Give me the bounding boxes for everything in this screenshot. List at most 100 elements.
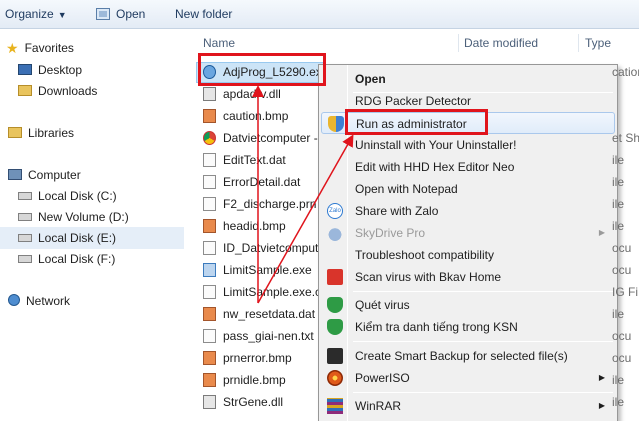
file-row[interactable]: pass_giai-nen.txt bbox=[203, 326, 314, 347]
computer-icon bbox=[8, 169, 22, 180]
skydrive-cloud-icon bbox=[327, 225, 343, 241]
column-divider[interactable] bbox=[578, 34, 579, 52]
file-row[interactable]: LimitSample.exe bbox=[203, 260, 312, 281]
column-header-date-modified[interactable]: Date modified bbox=[464, 32, 538, 54]
smart-backup-icon bbox=[327, 348, 343, 364]
file-type-cell: cation bbox=[612, 65, 639, 79]
nav-item-volume-d[interactable]: New Volume (D:) bbox=[18, 207, 129, 228]
poweriso-icon bbox=[327, 370, 343, 386]
file-icon bbox=[203, 175, 216, 189]
nav-label: Favorites bbox=[24, 41, 74, 55]
menu-item-troubleshoot-compatibility[interactable]: Troubleshoot compatibility bbox=[321, 244, 615, 266]
bmp-icon bbox=[203, 307, 216, 321]
menu-item-label: Quét virus bbox=[355, 298, 410, 312]
organize-label: Organize bbox=[5, 7, 54, 21]
file-name: ErrorDetail.dat bbox=[223, 175, 301, 189]
nav-item-downloads[interactable]: Downloads bbox=[18, 81, 97, 102]
menu-item-label: Open with Notepad bbox=[355, 182, 458, 196]
file-icon bbox=[203, 153, 216, 167]
menu-item-open-with-notepad[interactable]: Open with Notepad bbox=[321, 178, 615, 200]
bmp-icon bbox=[203, 219, 216, 233]
command-toolbar: Organize ▼ Open New folder bbox=[0, 0, 639, 29]
menu-item-label: Kiểm tra danh tiếng trong KSN bbox=[355, 320, 518, 334]
file-row[interactable]: apdadrv.dll bbox=[203, 84, 281, 105]
menu-item-scan-bkav[interactable]: Scan virus with Bkav Home bbox=[321, 266, 615, 288]
downloads-folder-icon bbox=[18, 85, 32, 96]
nav-item-favorites[interactable]: ★ Favorites bbox=[6, 38, 74, 59]
annotation-box-file bbox=[198, 53, 326, 86]
chrome-icon bbox=[203, 131, 216, 145]
menu-separator bbox=[353, 392, 613, 393]
annotation-box-run-as-admin bbox=[345, 109, 488, 135]
nav-label: Downloads bbox=[38, 84, 98, 98]
column-divider[interactable] bbox=[458, 34, 459, 52]
file-type-cell: ile bbox=[612, 307, 625, 321]
nav-item-desktop[interactable]: Desktop bbox=[18, 60, 82, 81]
file-icon bbox=[203, 285, 216, 299]
disk-drive-icon bbox=[18, 255, 32, 263]
menu-item-open[interactable]: Open bbox=[321, 68, 615, 90]
file-row[interactable]: prnidle.bmp bbox=[203, 370, 286, 391]
network-icon bbox=[8, 294, 20, 306]
zalo-icon: Zalo bbox=[327, 203, 343, 219]
file-row[interactable]: StrGene.dll bbox=[203, 392, 283, 413]
menu-item-ksn-reputation[interactable]: Kiểm tra danh tiếng trong KSN bbox=[321, 316, 615, 338]
kaspersky-shield-icon bbox=[327, 297, 343, 313]
new-folder-label: New folder bbox=[175, 7, 233, 21]
open-button[interactable]: Open bbox=[96, 0, 145, 29]
file-row[interactable]: nw_resetdata.dat bbox=[203, 304, 315, 325]
file-name: LimitSample.exe.c bbox=[223, 285, 322, 299]
menu-item-label: Troubleshoot compatibility bbox=[355, 248, 494, 262]
organize-button[interactable]: Organize ▼ bbox=[5, 0, 67, 29]
menu-item-uninstall[interactable]: Uninstall with Your Uninstaller! bbox=[321, 134, 615, 156]
file-name: EditText.dat bbox=[223, 153, 286, 167]
column-header-type[interactable]: Type bbox=[585, 32, 611, 54]
file-icon bbox=[203, 241, 216, 255]
menu-item-poweriso[interactable]: PowerISO ▶ bbox=[321, 367, 615, 389]
star-icon: ★ bbox=[6, 40, 19, 56]
file-name: prnerror.bmp bbox=[223, 351, 292, 365]
file-type-cell: ile bbox=[612, 175, 625, 189]
file-row[interactable]: EditText.dat bbox=[203, 150, 286, 171]
winrar-icon bbox=[327, 398, 343, 414]
file-row[interactable]: LimitSample.exe.c bbox=[203, 282, 321, 303]
file-name: LimitSample.exe bbox=[223, 263, 312, 277]
file-row[interactable]: prnerror.bmp bbox=[203, 348, 292, 369]
nav-item-libraries[interactable]: Libraries bbox=[8, 123, 74, 144]
new-folder-button[interactable]: New folder bbox=[175, 0, 232, 29]
file-row[interactable]: caution.bmp bbox=[203, 106, 288, 127]
nav-item-computer[interactable]: Computer bbox=[8, 165, 81, 186]
menu-item-label: WinRAR bbox=[355, 399, 402, 413]
nav-item-disk-c[interactable]: Local Disk (C:) bbox=[18, 186, 117, 207]
menu-item-winrar[interactable]: WinRAR ▶ bbox=[321, 395, 615, 417]
nav-label: Libraries bbox=[28, 126, 75, 140]
nav-item-network[interactable]: Network bbox=[8, 291, 70, 312]
file-name: StrGene.dll bbox=[223, 395, 284, 409]
file-type-cell: ocu bbox=[612, 351, 632, 365]
menu-item-label: PowerISO bbox=[355, 371, 410, 385]
nav-item-disk-f[interactable]: Local Disk (F:) bbox=[18, 249, 115, 270]
file-row[interactable]: Datvietcomputer - bbox=[203, 128, 318, 149]
menu-item-hex-editor[interactable]: Edit with HHD Hex Editor Neo bbox=[321, 156, 615, 178]
nav-item-disk-e[interactable]: Local Disk (E:) bbox=[18, 228, 116, 249]
file-row[interactable]: ErrorDetail.dat bbox=[203, 172, 300, 193]
menu-item-quet-virus[interactable]: Quét virus bbox=[321, 294, 615, 316]
submenu-arrow-icon: ▶ bbox=[598, 401, 605, 410]
nav-label: Computer bbox=[28, 168, 81, 182]
dll-icon bbox=[203, 395, 216, 409]
column-header-name[interactable]: Name bbox=[203, 32, 235, 54]
file-type-cell: et Sh bbox=[612, 131, 639, 145]
file-name: headid.bmp bbox=[223, 219, 286, 233]
menu-item-smart-backup[interactable]: Create Smart Backup for selected file(s) bbox=[321, 345, 615, 367]
file-row[interactable]: headid.bmp bbox=[203, 216, 286, 237]
uac-shield-icon bbox=[328, 116, 344, 132]
file-type-cell: ile bbox=[612, 197, 625, 211]
menu-item-share-with-zalo[interactable]: Zalo Share with Zalo bbox=[321, 200, 615, 222]
file-row[interactable]: F2_discharge.prn bbox=[203, 194, 316, 215]
menu-item-skydrive-pro[interactable]: SkyDrive Pro ▶ bbox=[321, 222, 615, 244]
bmp-icon bbox=[203, 373, 216, 387]
file-row[interactable]: ID_Datvietcomput bbox=[203, 238, 318, 259]
file-name: caution.bmp bbox=[223, 109, 289, 123]
disk-drive-icon bbox=[18, 192, 32, 200]
file-type-cell: ocu bbox=[612, 263, 632, 277]
